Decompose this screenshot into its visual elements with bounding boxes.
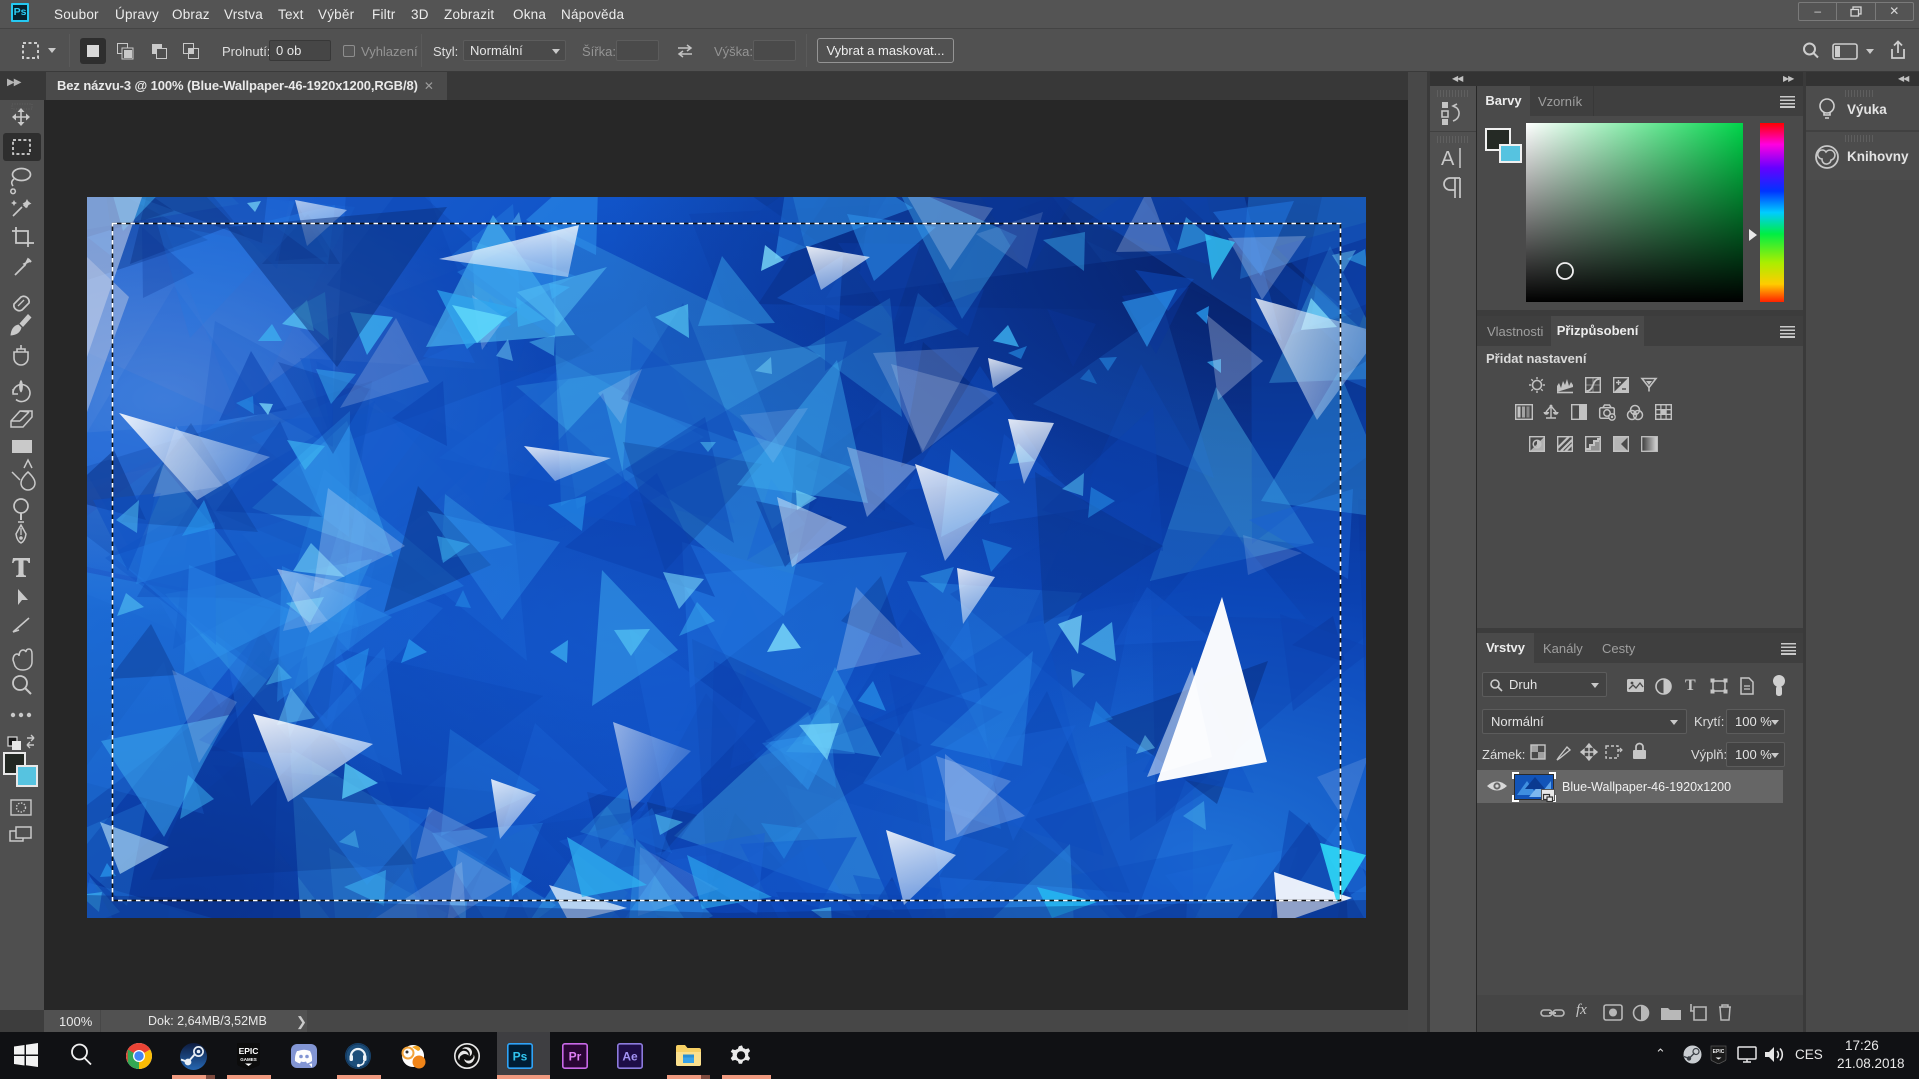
- svg-text:Ps: Ps: [513, 1050, 528, 1064]
- svg-text:EPIC: EPIC: [239, 1046, 259, 1056]
- svg-text:Ae: Ae: [622, 1050, 638, 1064]
- svg-text:GAMES: GAMES: [240, 1057, 257, 1062]
- svg-text:Pr: Pr: [569, 1050, 582, 1064]
- svg-text:EPIC: EPIC: [1713, 1049, 1725, 1055]
- svg-text:A: A: [1441, 148, 1455, 170]
